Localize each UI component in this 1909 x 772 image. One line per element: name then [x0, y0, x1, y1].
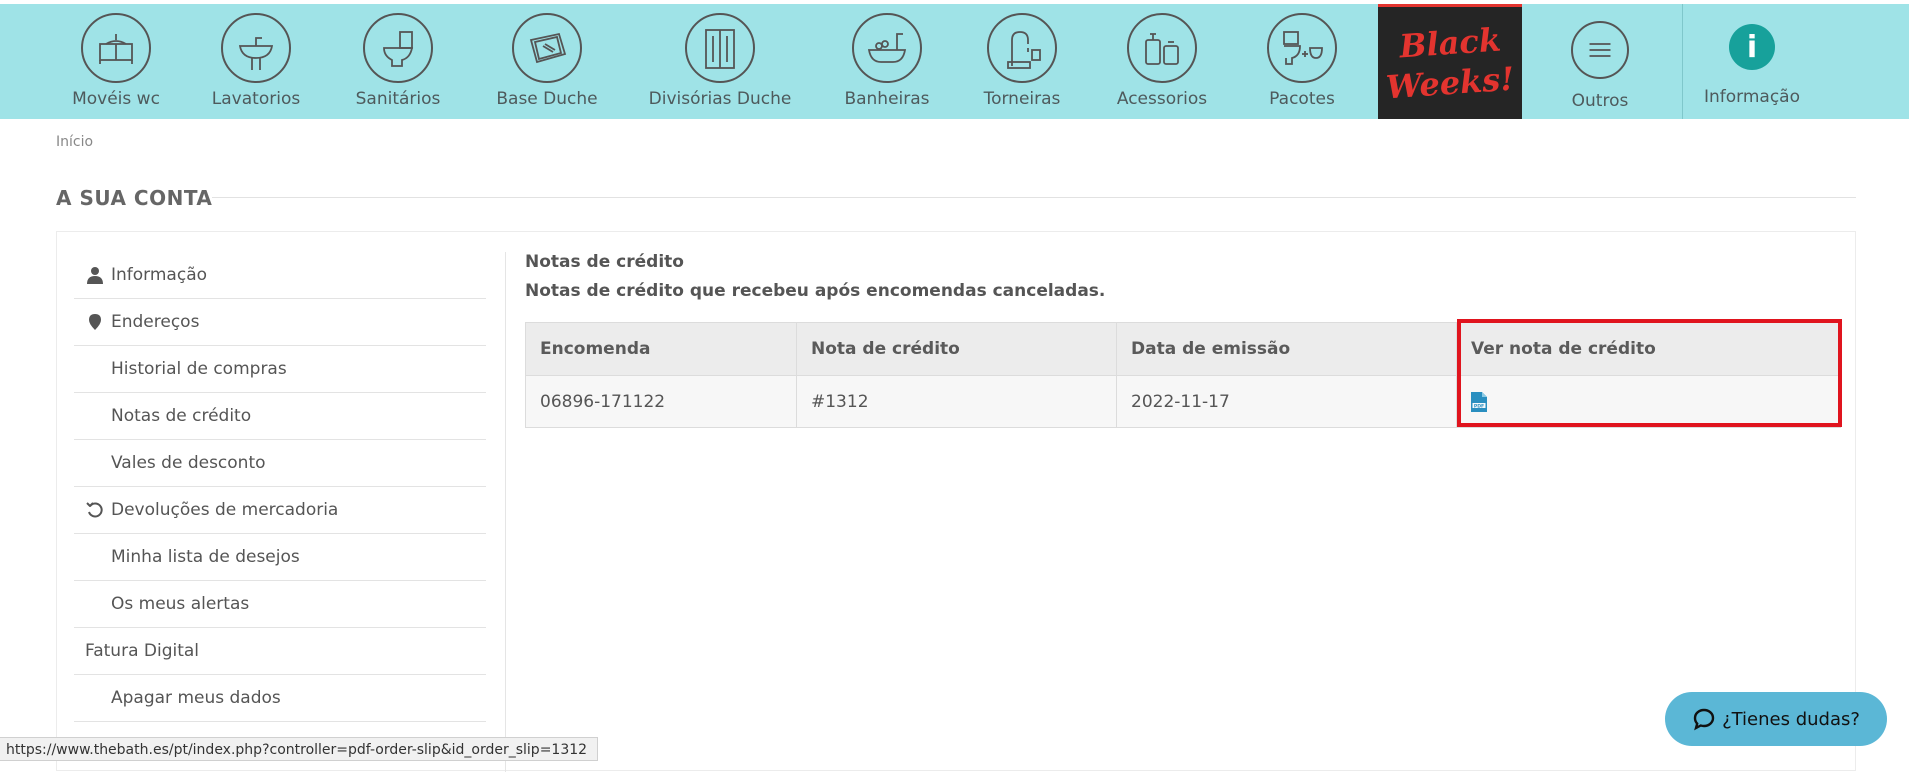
nav-label: Acessorios — [1116, 89, 1208, 109]
nav-item-moveis-wc[interactable]: Movéis wc — [72, 4, 160, 119]
nav-label: Divisórias Duche — [648, 89, 792, 109]
sidebar-item-notas-credito[interactable]: Notas de crédito — [74, 393, 486, 440]
nav-label: Lavatorios — [211, 89, 301, 109]
nav-item-lavatorios[interactable]: Lavatorios — [212, 4, 300, 119]
breadcrumb[interactable]: Início — [56, 134, 93, 150]
nav-label: Pacotes — [1269, 89, 1335, 109]
account-sidebar: Informação Endereços Historial de compra… — [74, 252, 486, 722]
nav-item-banheiras[interactable]: Banheiras — [842, 4, 932, 119]
page-title: A SUA CONTA — [56, 186, 213, 210]
nav-item-outros[interactable]: Outros — [1560, 4, 1640, 119]
sidebar-item-label: Devoluções de mercadoria — [111, 500, 339, 520]
sidebar-item-label: Fatura Digital — [85, 641, 200, 661]
chat-label: ¿Tienes dudas? — [1722, 708, 1860, 730]
chat-bubble-icon — [1693, 708, 1715, 731]
nav-item-acessorios[interactable]: Acessorios — [1116, 4, 1208, 119]
column-header-data-emissao: Data de emissão — [1116, 322, 1457, 376]
sidebar-item-label: Notas de crédito — [111, 406, 252, 426]
sidebar-item-label: Minha lista de desejos — [111, 547, 300, 567]
column-header-encomenda: Encomenda — [525, 322, 797, 376]
section-title: Notas de crédito — [525, 252, 684, 272]
sidebar-item-label: Vales de desconto — [111, 453, 266, 473]
nav-label: Informação — [1703, 87, 1800, 107]
nav-label: Sanitários — [355, 89, 441, 109]
sidebar-item-lista-desejos[interactable]: Minha lista de desejos — [74, 534, 486, 581]
nav-item-sanitarios[interactable]: Sanitários — [356, 4, 440, 119]
sidebar-item-enderecos[interactable]: Endereços — [74, 299, 486, 346]
table-row: 06896-171122 #1312 2022-11-17 PDF — [525, 375, 1841, 428]
shower-enclosure-icon — [685, 13, 755, 83]
sidebar-item-vales-desconto[interactable]: Vales de desconto — [74, 440, 486, 487]
category-nav: Movéis wc Lavatorios Sanitários Base Duc… — [0, 4, 1909, 119]
credit-notes-table: Encomenda Nota de crédito Data de emissã… — [525, 322, 1841, 428]
nav-label: Torneiras — [983, 89, 1061, 109]
sidebar-item-label: Endereços — [111, 312, 200, 332]
nav-label: Base Duche — [496, 89, 598, 109]
svg-text:PDF: PDF — [1474, 403, 1484, 409]
faucet-icon — [987, 13, 1057, 83]
table-header-row: Encomenda Nota de crédito Data de emissã… — [525, 322, 1841, 376]
user-icon — [87, 267, 103, 284]
list-icon — [1571, 21, 1629, 79]
black-weeks-promo[interactable]: Black Weeks! — [1378, 4, 1522, 119]
bathtub-icon — [852, 13, 922, 83]
nav-item-divisorias-duche[interactable]: Divisórias Duche — [648, 4, 792, 119]
sidebar-item-historial-compras[interactable]: Historial de compras — [74, 346, 486, 393]
column-header-ver-nota: Ver nota de crédito — [1456, 322, 1841, 376]
nav-label: Banheiras — [844, 89, 930, 109]
toilet-icon — [363, 13, 433, 83]
sidebar-item-devolucoes[interactable]: Devoluções de mercadoria — [74, 487, 486, 534]
section-description: Notas de crédito que recebeu após encome… — [525, 281, 1106, 301]
bundle-icon — [1267, 13, 1337, 83]
sidebar-item-meus-alertas[interactable]: Os meus alertas — [74, 581, 486, 628]
order-reference[interactable]: 06896-171122 — [525, 375, 797, 428]
chat-button[interactable]: ¿Tienes dudas? — [1665, 692, 1887, 746]
status-url: https://www.thebath.es/pt/index.php?cont… — [0, 737, 599, 761]
nav-item-pacotes[interactable]: Pacotes — [1256, 4, 1348, 119]
nav-item-base-duche[interactable]: Base Duche — [496, 4, 598, 119]
nav-divider — [1682, 4, 1683, 119]
info-icon: i — [1729, 24, 1775, 70]
credit-note-number: #1312 — [796, 375, 1117, 428]
sidebar-item-informacao[interactable]: Informação — [74, 252, 486, 299]
sidebar-item-label: Os meus alertas — [111, 594, 250, 614]
title-rule — [212, 197, 1856, 198]
vanity-cabinet-icon — [81, 13, 151, 83]
sidebar-item-label: Historial de compras — [111, 359, 287, 379]
map-pin-icon — [89, 314, 101, 330]
pdf-icon[interactable]: PDF — [1471, 391, 1487, 412]
nav-item-torneiras[interactable]: Torneiras — [982, 4, 1062, 119]
sidebar-item-apagar-dados[interactable]: Apagar meus dados — [74, 675, 486, 722]
shower-tray-icon — [512, 13, 582, 83]
washbasin-icon — [221, 13, 291, 83]
column-header-nota-credito: Nota de crédito — [796, 322, 1117, 376]
issue-date: 2022-11-17 — [1116, 375, 1457, 428]
sidebar-item-label: Informação — [111, 265, 208, 285]
view-credit-note-cell: PDF — [1456, 375, 1841, 428]
accessories-icon — [1127, 13, 1197, 83]
promo-line-2: Weeks! — [1384, 59, 1516, 107]
nav-item-informacao[interactable]: i Informação — [1700, 4, 1804, 119]
sidebar-item-label: Apagar meus dados — [111, 688, 281, 708]
nav-label: Outros — [1571, 91, 1629, 111]
return-arrow-icon — [86, 502, 103, 518]
content-divider — [505, 252, 506, 772]
sidebar-item-fatura-digital[interactable]: Fatura Digital — [74, 628, 486, 675]
nav-label: Movéis wc — [72, 89, 160, 109]
